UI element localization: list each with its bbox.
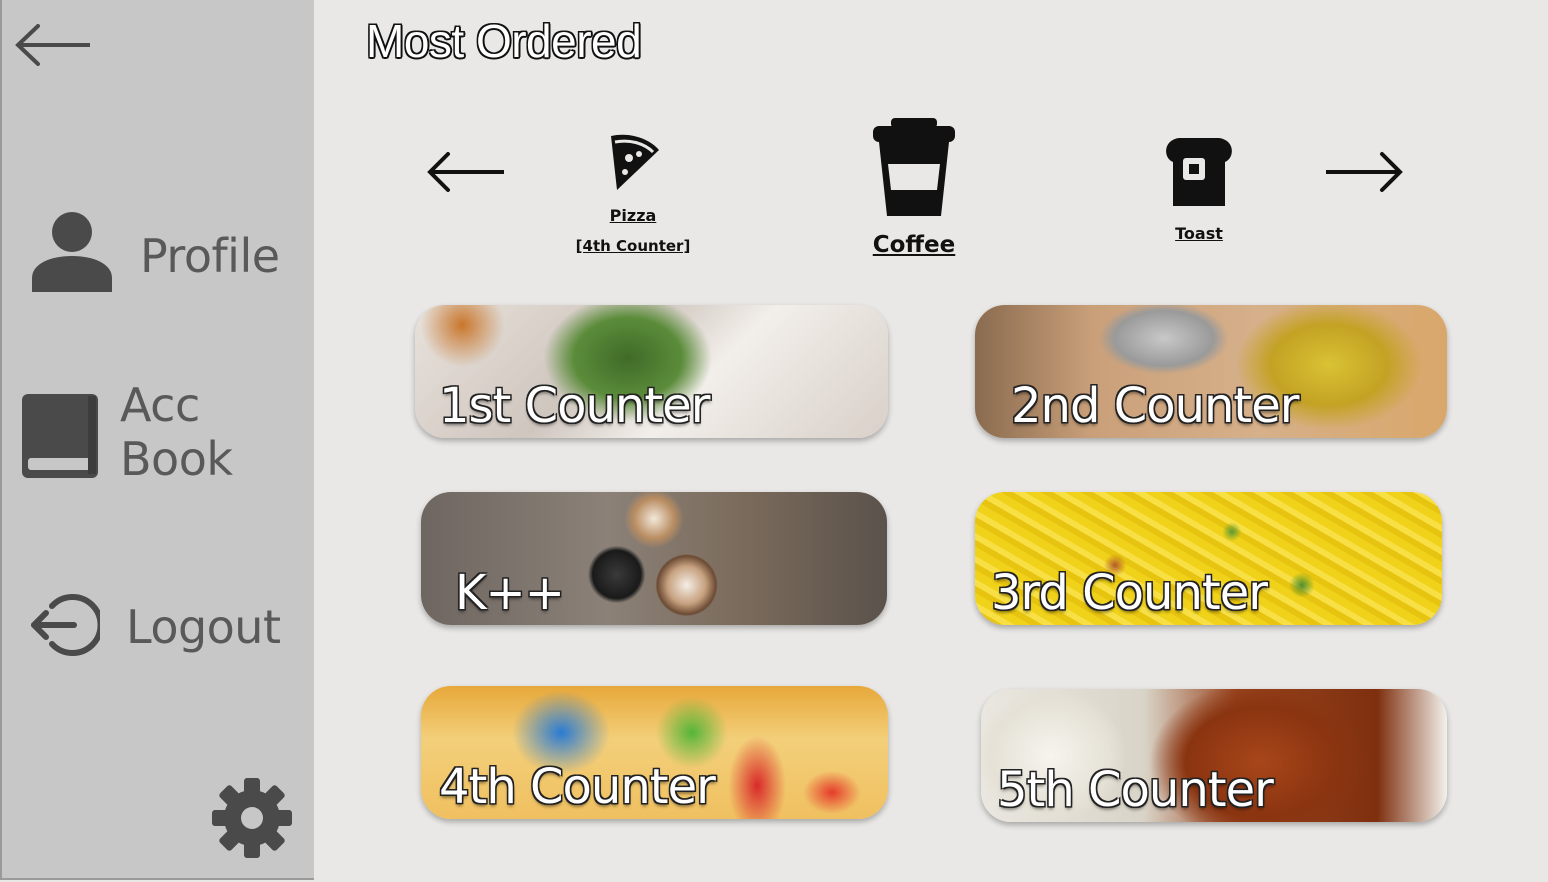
sidebar-item-label: Profile [140,229,280,283]
toast-icon [1161,138,1237,212]
sidebar-item-label: Acc Book [120,378,233,486]
counter-label: 4th Counter [439,759,716,815]
category-name: Pizza [609,206,657,225]
sidebar-item-label: Logout [126,600,281,654]
counter-label: K++ [455,565,565,621]
counter-card-5th[interactable]: 5th Counter [981,689,1447,822]
counter-card-2nd[interactable]: 2nd Counter [975,305,1447,438]
sidebar-item-acc-book[interactable]: Acc Book [20,378,314,486]
counter-label: 3rd Counter [991,565,1268,621]
category-name: Toast [1175,224,1223,243]
counter-card-3rd[interactable]: 3rd Counter [975,492,1442,625]
previous-arrow-icon[interactable] [426,150,506,198]
pizza-icon [605,134,661,196]
book-icon [20,392,100,484]
category-coffee[interactable]: Coffee [858,116,970,258]
counter-label: 5th Counter [997,762,1274,818]
page-title: Most Ordered [366,15,642,67]
sidebar-item-logout[interactable]: Logout [30,592,281,662]
category-pizza[interactable]: Pizza [4th Counter] [572,132,694,255]
gear-icon[interactable] [210,778,294,862]
next-arrow-icon[interactable] [1324,150,1404,198]
back-arrow-icon[interactable] [14,22,94,72]
person-icon [30,208,114,296]
category-name: Coffee [872,232,956,258]
counter-card-1st[interactable]: 1st Counter [415,305,888,438]
counter-card-kpp[interactable]: K++ [421,492,887,625]
category-sub: [4th Counter] [575,237,691,255]
counter-label: 1st Counter [439,378,710,434]
counter-card-4th[interactable]: 4th Counter [421,686,888,819]
coffee-cup-icon [869,118,959,222]
sidebar-item-profile[interactable]: Profile [30,208,280,296]
logout-icon [30,592,104,662]
sidebar: Profile Acc Book Logout [0,0,314,880]
category-toast[interactable]: Toast [1150,136,1248,243]
counter-label: 2nd Counter [1011,378,1299,434]
